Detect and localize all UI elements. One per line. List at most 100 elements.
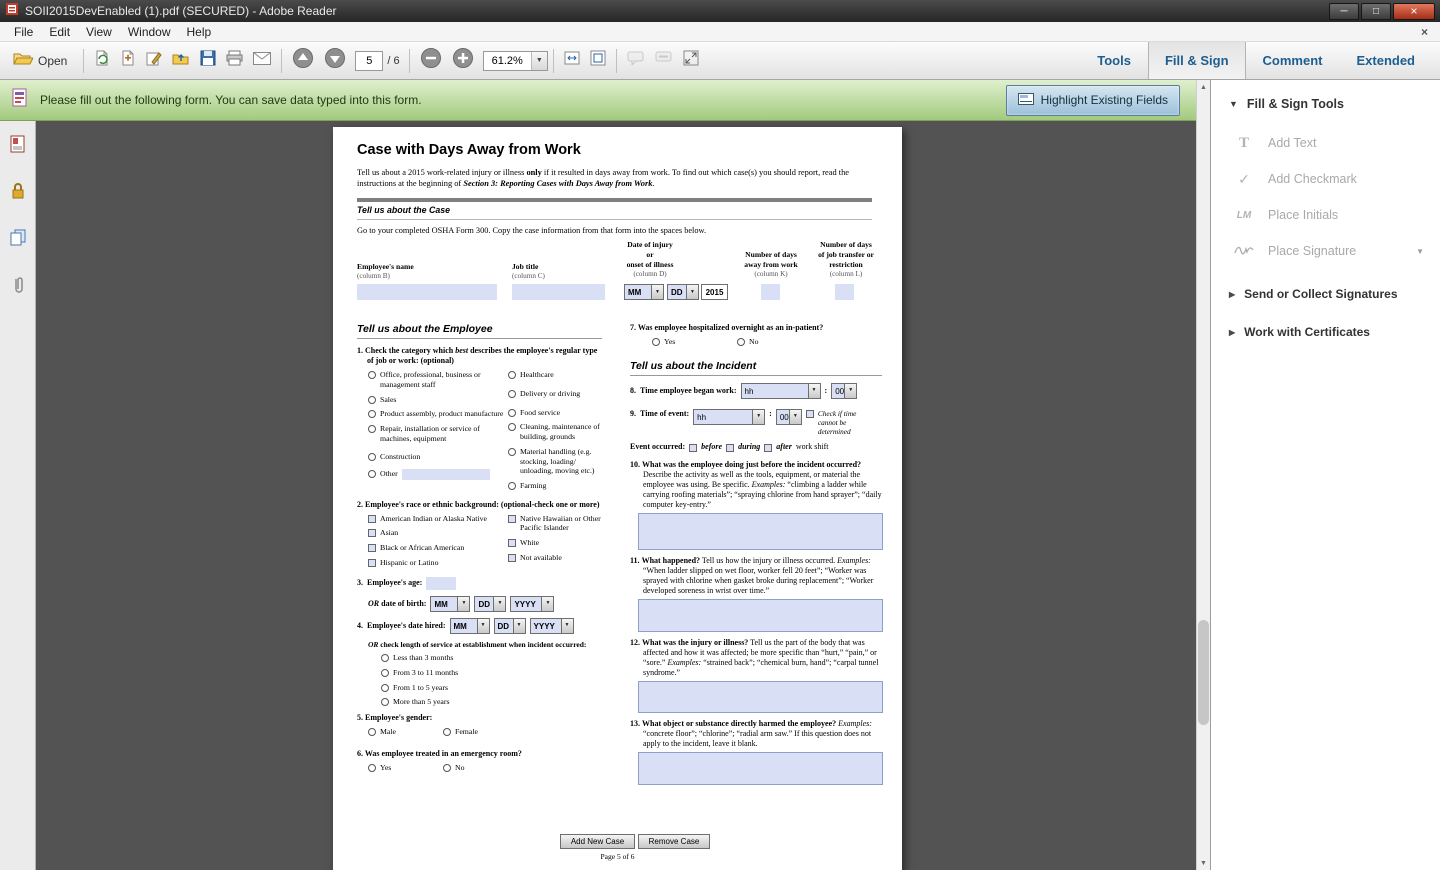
radio-button[interactable] xyxy=(508,423,516,431)
vertical-scrollbar[interactable]: ▲ ▼ xyxy=(1196,80,1210,870)
fullscreen-button[interactable] xyxy=(678,47,704,75)
q13-answer-field[interactable] xyxy=(638,752,883,785)
radio-button[interactable] xyxy=(368,470,376,478)
radio-button[interactable] xyxy=(737,338,745,346)
zoom-in-button[interactable] xyxy=(447,47,479,75)
menubar-close-icon[interactable]: × xyxy=(1421,25,1428,39)
menu-edit[interactable]: Edit xyxy=(41,24,78,40)
other-text-field[interactable] xyxy=(402,469,490,480)
checkbox[interactable] xyxy=(368,544,376,552)
scroll-up-icon[interactable]: ▲ xyxy=(1197,80,1210,94)
next-page-button[interactable] xyxy=(319,47,351,75)
after-checkbox[interactable] xyxy=(764,444,772,452)
q11-answer-field[interactable] xyxy=(638,599,883,632)
radio-button[interactable] xyxy=(368,453,376,461)
remove-case-button[interactable]: Remove Case xyxy=(638,834,710,849)
extended-button[interactable]: Extended xyxy=(1339,42,1432,79)
checkbox[interactable] xyxy=(368,559,376,567)
minimize-button-icon[interactable]: ─ xyxy=(1329,3,1359,20)
open-button[interactable]: Open xyxy=(8,47,78,75)
page-number-input[interactable]: 5 xyxy=(355,51,383,71)
radio-button[interactable] xyxy=(368,371,376,379)
menu-view[interactable]: View xyxy=(78,24,120,40)
share-button[interactable] xyxy=(167,47,195,75)
create-pdf-button[interactable] xyxy=(115,47,141,75)
began-work-hour-combo[interactable]: hh▼ xyxy=(741,383,821,399)
export-pdf-button[interactable] xyxy=(89,47,115,75)
zoom-level-combo[interactable]: 61.2% ▼ xyxy=(483,51,548,71)
hired-month-combo[interactable]: MM▼ xyxy=(450,618,490,634)
layers-pages-icon[interactable] xyxy=(9,229,27,252)
hired-year-combo[interactable]: YYYY▼ xyxy=(530,618,574,634)
fit-page-button[interactable] xyxy=(585,47,611,75)
injury-month-combo[interactable]: MM▼ xyxy=(624,284,664,300)
menu-file[interactable]: File xyxy=(6,24,41,40)
checkbox[interactable] xyxy=(508,554,516,562)
combo-caret-icon[interactable]: ▼ xyxy=(789,410,801,424)
combo-caret-icon[interactable]: ▼ xyxy=(844,384,856,398)
comment-button[interactable]: Comment xyxy=(1246,42,1340,79)
scrollbar-thumb[interactable] xyxy=(1198,620,1209,725)
radio-button[interactable] xyxy=(652,338,660,346)
combo-caret-icon[interactable]: ▼ xyxy=(808,384,820,398)
combo-caret-icon[interactable]: ▼ xyxy=(752,410,764,424)
combo-caret-icon[interactable]: ▼ xyxy=(561,619,573,633)
radio-button[interactable] xyxy=(443,764,451,772)
scroll-down-icon[interactable]: ▼ xyxy=(1197,856,1210,870)
began-work-minute-combo[interactable]: 00▼ xyxy=(831,383,857,399)
days-transfer-field[interactable] xyxy=(835,284,854,300)
radio-button[interactable] xyxy=(381,684,389,692)
work-with-certificates-section[interactable]: ▶ Work with Certificates xyxy=(1211,313,1440,351)
previous-page-button[interactable] xyxy=(287,47,319,75)
add-checkmark-tool[interactable]: ✓ Add Checkmark xyxy=(1211,161,1440,197)
job-title-field[interactable] xyxy=(512,284,605,300)
zoom-caret-icon[interactable]: ▼ xyxy=(531,52,547,70)
print-button[interactable] xyxy=(221,47,248,75)
radio-button[interactable] xyxy=(508,371,516,379)
combo-caret-icon[interactable]: ▼ xyxy=(541,597,553,611)
maximize-button-icon[interactable]: □ xyxy=(1361,3,1391,20)
age-field[interactable] xyxy=(426,577,456,590)
hired-day-combo[interactable]: DD▼ xyxy=(494,618,526,634)
highlight-existing-fields-button[interactable]: Highlight Existing Fields xyxy=(1006,85,1180,116)
fit-width-button[interactable] xyxy=(559,47,585,75)
zoom-out-button[interactable] xyxy=(415,47,447,75)
sign-button[interactable] xyxy=(141,47,167,75)
signature-dropdown-icon[interactable]: ▼ xyxy=(1416,247,1424,256)
expand-arrow-icon[interactable]: ▶ xyxy=(1229,290,1235,299)
menu-window[interactable]: Window xyxy=(120,24,179,40)
place-signature-tool[interactable]: Place Signature ▼ xyxy=(1211,233,1440,269)
security-lock-icon[interactable] xyxy=(10,182,26,205)
radio-button[interactable] xyxy=(368,410,376,418)
time-undetermined-checkbox[interactable] xyxy=(806,410,814,418)
event-hour-combo[interactable]: hh▼ xyxy=(693,409,765,425)
dob-day-combo[interactable]: DD▼ xyxy=(474,596,506,612)
page-thumbnails-icon[interactable] xyxy=(9,135,27,158)
radio-button[interactable] xyxy=(368,425,376,433)
dob-month-combo[interactable]: MM▼ xyxy=(430,596,470,612)
panel-collapse-icon[interactable]: ▼ xyxy=(1229,99,1238,109)
place-initials-tool[interactable]: LM Place Initials xyxy=(1211,197,1440,233)
close-button-icon[interactable]: × xyxy=(1393,3,1435,20)
tools-button[interactable]: Tools xyxy=(1080,42,1148,79)
radio-button[interactable] xyxy=(368,764,376,772)
checkbox[interactable] xyxy=(368,515,376,523)
injury-day-combo[interactable]: DD▼ xyxy=(667,284,699,300)
panel-header[interactable]: ▼ Fill & Sign Tools xyxy=(1211,80,1440,125)
add-new-case-button[interactable]: Add New Case xyxy=(560,834,635,849)
add-text-tool[interactable]: T Add Text xyxy=(1211,125,1440,161)
menu-help[interactable]: Help xyxy=(179,24,220,40)
radio-button[interactable] xyxy=(368,396,376,404)
email-button[interactable] xyxy=(248,47,276,75)
dob-year-combo[interactable]: YYYY▼ xyxy=(510,596,554,612)
combo-caret-icon[interactable]: ▼ xyxy=(513,619,525,633)
checkbox[interactable] xyxy=(508,539,516,547)
combo-caret-icon[interactable]: ▼ xyxy=(686,285,698,299)
combo-caret-icon[interactable]: ▼ xyxy=(477,619,489,633)
send-collect-signatures-section[interactable]: ▶ Send or Collect Signatures xyxy=(1211,275,1440,313)
combo-caret-icon[interactable]: ▼ xyxy=(651,285,663,299)
during-checkbox[interactable] xyxy=(726,444,734,452)
radio-button[interactable] xyxy=(443,728,451,736)
radio-button[interactable] xyxy=(368,728,376,736)
event-minute-combo[interactable]: 00▼ xyxy=(776,409,802,425)
